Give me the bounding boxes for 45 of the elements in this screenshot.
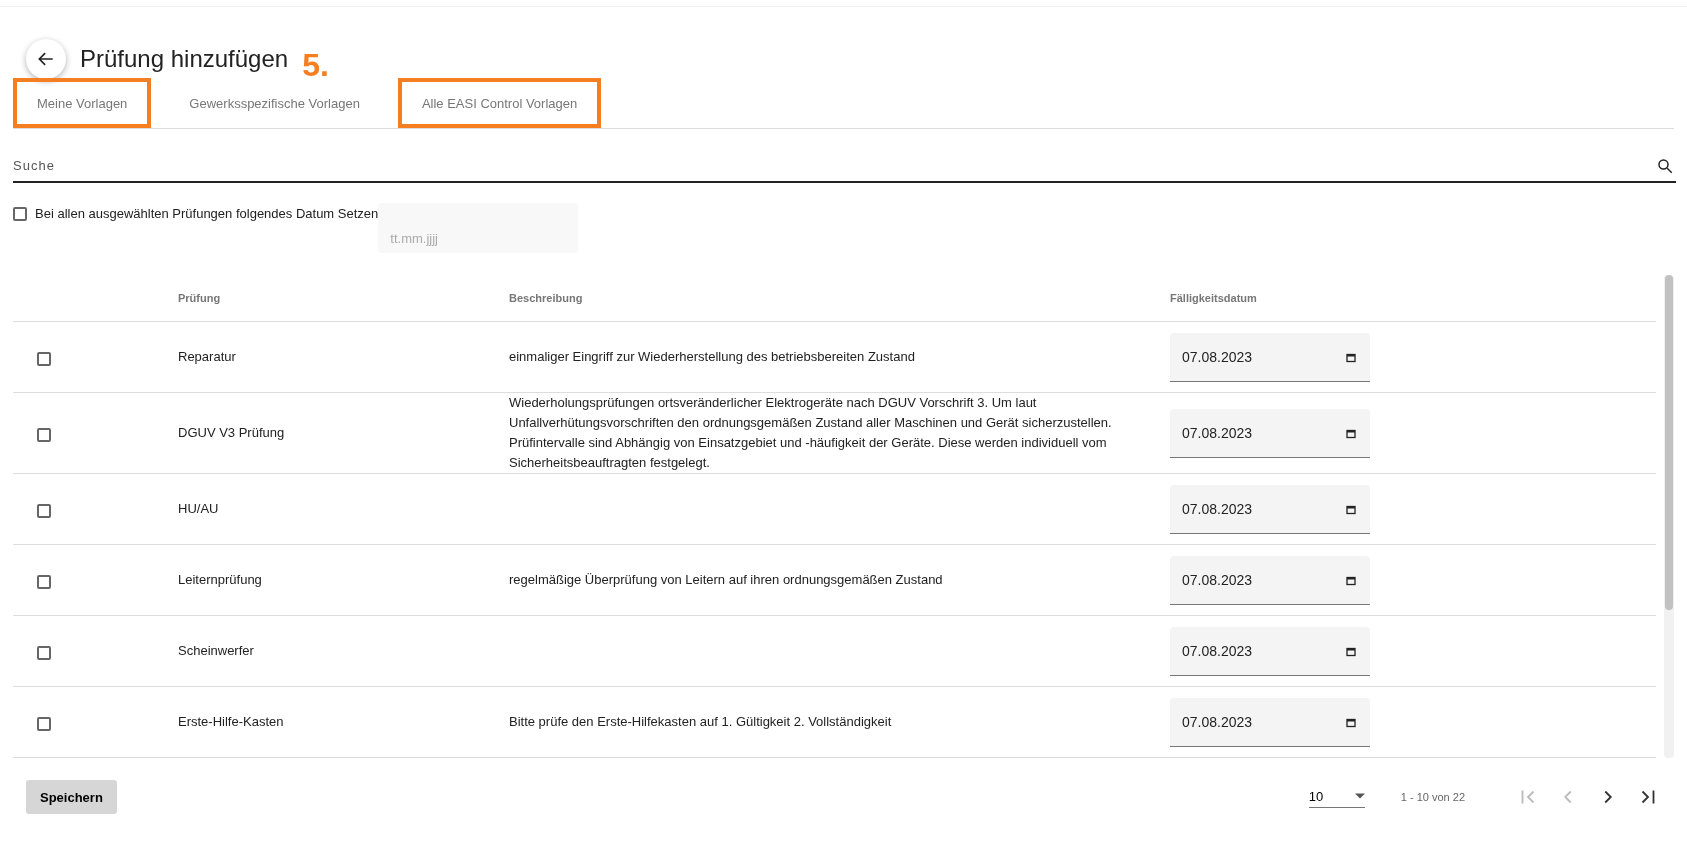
checkbox[interactable] <box>13 207 27 221</box>
table-cell-text: DGUV V3 Prüfung <box>178 424 286 442</box>
back-button[interactable] <box>26 38 66 79</box>
column-header: Prüfung <box>178 292 222 304</box>
table-cell-text: Wiederholungsprüfungen ortsveränderlicher Elektrogeräte nach DGUV Vorschrift 3. Um laut Unfallverhütungsvorschriften den ordnungsgemäßen Zustand aller Maschinen und Gerät sicherzustellen. Prüfintervalle sind Abhängig von Einsatzgebiet und -häufigkeit der Geräte. Diese werden individuell vom Sicherheitsbeauftragten festgelegt. <box>509 394 1113 472</box>
search-field[interactable]: Suche <box>13 149 1676 183</box>
table-cell-text: Bitte prüfe den Erste-Hilfekasten auf 1. Gültigkeit 2. Vollständigkeit <box>509 713 893 731</box>
calendar-icon <box>1346 717 1356 728</box>
table-cell-text: HU/AU <box>178 500 220 518</box>
table-cell-text: Leiternprüfung <box>178 571 263 589</box>
date-field[interactable]: 07.08.2023 <box>1170 626 1370 676</box>
table-cell-text: Erste-Hilfe-Kasten <box>178 713 285 731</box>
table-cell-text: Scheinwerfer <box>178 642 255 660</box>
calendar-icon <box>1346 428 1356 439</box>
checkbox[interactable] <box>37 646 51 660</box>
table-cell-text: einmaliger Eingriff zur Wiederherstellung des betriebsbereiten Zustand <box>509 348 916 366</box>
tab[interactable]: Meine Vorlagen <box>13 78 152 128</box>
tab[interactable]: Alle EASI Control Vorlagen <box>397 78 602 128</box>
caret-icon <box>1354 793 1365 799</box>
date-field[interactable]: 07.08.2023 <box>1170 484 1370 534</box>
date-input-field[interactable]: tt.mm.jjjj <box>378 203 579 253</box>
column-header: Fälligkeitsdatum <box>1170 292 1258 304</box>
checkbox[interactable] <box>37 352 51 366</box>
checkbox[interactable] <box>37 504 51 518</box>
calendar-icon <box>1346 504 1356 515</box>
pagination-range: 1 - 10 von 22 <box>1400 791 1465 803</box>
calendar-icon <box>1346 646 1356 657</box>
calendar-icon <box>1346 352 1356 363</box>
table-cell-text: regelmäßige Überprüfung von Leitern auf ihren ordnungsgemäßen Zustand <box>509 571 944 589</box>
column-header: Beschreibung <box>509 292 584 304</box>
date-field[interactable]: 07.08.2023 <box>1170 555 1370 605</box>
page-title: Prüfung hinzufügen <box>80 44 289 73</box>
date-field[interactable]: 07.08.2023 <box>1170 332 1370 382</box>
page-size-select[interactable]: 10 <box>1308 786 1365 808</box>
table-cell-text: Reparatur <box>178 348 237 366</box>
checkbox[interactable] <box>37 575 51 589</box>
checkbox-label: Bei allen ausgewählten Prüfungen folgendes Datum Setzen <box>35 206 379 221</box>
scrollbar[interactable] <box>1664 275 1674 758</box>
checkbox[interactable] <box>37 717 51 731</box>
checkbox[interactable] <box>37 428 51 442</box>
date-field[interactable]: 07.08.2023 <box>1170 408 1370 458</box>
date-field[interactable]: 07.08.2023 <box>1170 697 1370 747</box>
search-icon <box>1656 157 1674 175</box>
save-button[interactable]: Speichern <box>26 780 117 814</box>
calendar-icon <box>1346 575 1356 586</box>
